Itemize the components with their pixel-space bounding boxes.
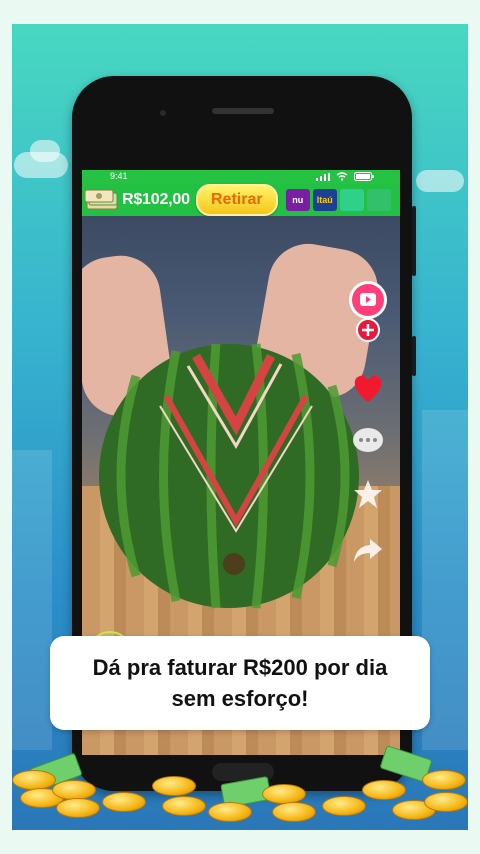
comment-button[interactable] [350,426,386,456]
signal-icon [316,172,330,181]
front-camera [160,110,166,116]
like-button[interactable] [350,370,386,406]
status-icons [316,172,374,181]
coin-pile-decoration [12,740,468,830]
cloud-decoration [30,140,60,162]
coin-image [362,780,406,800]
coin-image [152,776,196,796]
coin-image [424,792,468,812]
coin-image [208,802,252,822]
itau-logo: Itaú [312,189,337,211]
bank-logo-4 [366,189,391,211]
share-button[interactable] [352,536,384,564]
bank-logo-3 [339,189,364,211]
plus-icon [356,318,380,342]
follow-button[interactable] [356,318,380,342]
comment-dots-icon [353,428,383,452]
coin-image [52,780,96,800]
reward-topbar: R$102,00 Retirar nu Itaú [82,184,400,216]
coin-image [322,796,366,816]
caption-line-1: Dá pra faturar R$200 por dia [92,655,388,680]
coin-image [162,796,206,816]
power-button [412,336,416,376]
watermelon-image [99,343,359,609]
star-icon [354,480,382,508]
caption-line-2: sem esforço! [171,686,309,711]
coin-image [272,802,316,822]
coin-image [102,792,146,812]
battery-icon [354,172,374,181]
coin-image [262,784,306,804]
heart-icon [354,375,382,402]
promo-caption: Dá pra faturar R$200 por dia sem esforço… [50,636,430,730]
withdraw-button[interactable]: Retirar [195,184,278,216]
cash-stack-icon [84,188,120,212]
share-arrow-icon [354,539,382,562]
coin-image [12,770,56,790]
status-bar: 9:41 [82,170,400,184]
coin-image [56,798,100,818]
favorite-button[interactable] [352,478,384,510]
nubank-logo: nu [285,189,310,211]
wifi-icon [336,172,348,181]
volume-button [412,206,416,276]
coin-image [422,770,466,790]
city-silhouette [12,450,52,750]
status-time: 9:41 [110,171,128,181]
cloud-decoration [416,170,464,192]
phone-speaker [212,108,274,114]
balance-amount: R$102,00 [122,191,190,208]
